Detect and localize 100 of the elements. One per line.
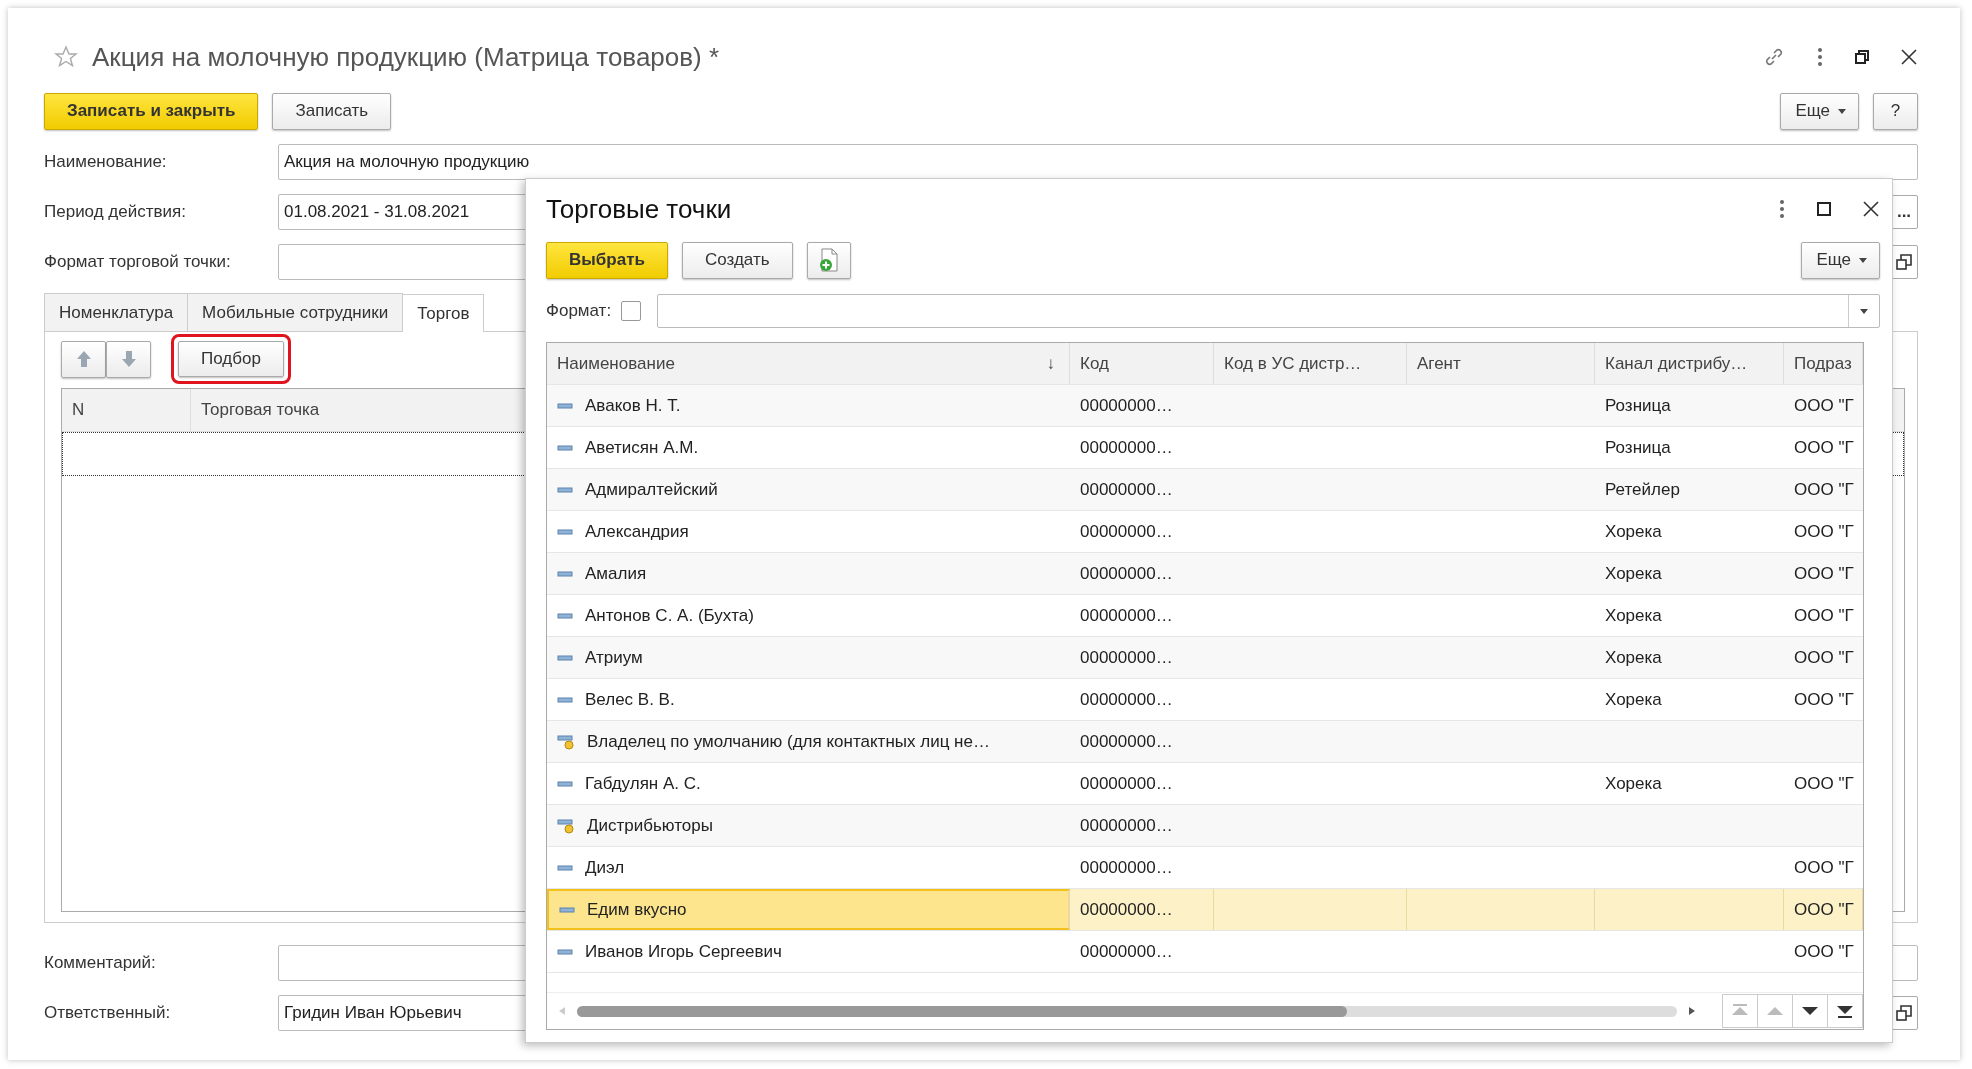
table-cell-text: ООО "Г bbox=[1793, 940, 1855, 963]
field-label: Формат торговой точки: bbox=[44, 252, 232, 272]
scroll-right-icon[interactable] bbox=[1689, 1007, 1695, 1015]
add-button[interactable] bbox=[806, 241, 851, 279]
name-cell[interactable]: Адмиралтейский bbox=[547, 469, 1070, 510]
column-header[interactable]: Наименование ↓ bbox=[547, 343, 1070, 384]
more-button[interactable]: Еще bbox=[1801, 241, 1880, 279]
last-page-button[interactable] bbox=[1827, 994, 1863, 1028]
table-cell-text: 00000000… bbox=[1079, 730, 1174, 753]
tab[interactable]: Номенклатура bbox=[44, 293, 189, 331]
caret-icon bbox=[1838, 108, 1846, 114]
name-cell[interactable]: Велес В. В. bbox=[547, 679, 1070, 720]
next-page-button[interactable] bbox=[1792, 994, 1828, 1028]
table-row[interactable]: Амалия 00000000… Хорека ООО "Г bbox=[547, 553, 1863, 595]
combo-field[interactable] bbox=[657, 294, 1880, 328]
column-header[interactable]: Подраз bbox=[1784, 343, 1863, 384]
name-cell[interactable]: Антонов С. А. (Бухта) bbox=[547, 595, 1070, 636]
cell-text: Аветисян А.М. bbox=[585, 437, 699, 458]
table-row[interactable]: Дистрибьюторы 00000000… bbox=[547, 805, 1863, 847]
table-cell-text: ООО "Г bbox=[1793, 772, 1855, 795]
save-button[interactable]: Записать bbox=[272, 92, 392, 130]
save-close-button[interactable]: Записать и закрыть bbox=[44, 92, 259, 130]
column-header[interactable]: Торговая точка bbox=[191, 389, 320, 431]
close-icon[interactable] bbox=[1900, 48, 1918, 66]
sort-mark: ↓ bbox=[1046, 353, 1055, 374]
table-row[interactable]: Владелец по умолчанию (для контактных лиц не… 00000000… bbox=[547, 721, 1863, 763]
help-button[interactable]: ? bbox=[1873, 92, 1918, 130]
table-cell-text: 00000000… bbox=[1079, 520, 1174, 543]
cell-text: Аваков Н. Т. bbox=[585, 395, 681, 416]
table-row[interactable]: Атриум 00000000… Хорека ООО "Г bbox=[547, 637, 1863, 679]
table-cell-text: 00000000… bbox=[1079, 478, 1174, 501]
name-cell[interactable]: Владелец по умолчанию (для контактных лиц не… bbox=[547, 721, 1070, 762]
dash-icon bbox=[557, 443, 573, 452]
table-row[interactable]: Аваков Н. Т. 00000000… Розница ООО "Г bbox=[547, 385, 1863, 427]
scroll-thumb[interactable] bbox=[577, 1005, 1347, 1017]
open-window-icon bbox=[1895, 253, 1913, 271]
column-header[interactable]: Канал дистрибу… bbox=[1595, 343, 1784, 384]
table-cell-text: ООО "Г bbox=[1793, 646, 1855, 669]
table-row[interactable]: Едим вкусно 00000000… ООО "Г bbox=[547, 889, 1863, 931]
create-button[interactable]: Создать bbox=[681, 241, 793, 279]
cell-text: Велес В. В. bbox=[585, 689, 675, 710]
tab[interactable]: Мобильные сотрудники bbox=[187, 293, 404, 331]
table-cell-text: ООО "Г bbox=[1793, 478, 1855, 501]
field-label: Наименование: bbox=[44, 152, 168, 172]
more-icon[interactable] bbox=[1816, 46, 1824, 68]
table-cell-text: 00000000… bbox=[1079, 856, 1174, 879]
table-cell-text: 00000000… bbox=[1079, 772, 1174, 795]
star-icon[interactable] bbox=[54, 45, 78, 69]
restore-icon[interactable] bbox=[1854, 49, 1870, 65]
name-cell[interactable]: Диэл bbox=[547, 847, 1070, 888]
table-cell-text: ООО "Г bbox=[1793, 436, 1855, 459]
more-icon[interactable] bbox=[1778, 198, 1786, 220]
name-cell[interactable]: Иванов Игорь Сергеевич bbox=[547, 931, 1070, 972]
dash-icon bbox=[557, 611, 573, 620]
table-cell-text: ООО "Г bbox=[1793, 394, 1855, 417]
table-cell-text: ООО "Г bbox=[1793, 604, 1855, 627]
table-row[interactable]: Адмиралтейский 00000000… Ретейлер ООО "Г bbox=[547, 469, 1863, 511]
name-cell[interactable]: Аваков Н. Т. bbox=[547, 385, 1070, 426]
dash-icon bbox=[557, 947, 573, 956]
tab[interactable]: Торгов bbox=[402, 294, 485, 332]
cell-text: Диэл bbox=[585, 857, 625, 878]
table-cell-text: ООО "Г bbox=[1793, 562, 1855, 585]
table-cell-text: Ретейлер bbox=[1604, 478, 1681, 501]
close-icon[interactable] bbox=[1862, 200, 1880, 218]
cell-text: Габдулян А. С. bbox=[585, 773, 701, 794]
window-title: Акция на молочную продукцию (Матрица товаров) * bbox=[92, 41, 720, 73]
column-header[interactable]: Код bbox=[1070, 343, 1214, 384]
name-cell[interactable]: Амалия bbox=[547, 553, 1070, 594]
column-header[interactable]: N bbox=[62, 389, 191, 431]
dash-icon bbox=[557, 569, 573, 578]
table-cell-text: 00000000… bbox=[1079, 646, 1174, 669]
table-cell-text: 00000000… bbox=[1079, 562, 1174, 585]
select-button[interactable]: Выбрать bbox=[546, 241, 668, 279]
dropdown-arrow-icon[interactable] bbox=[1860, 308, 1868, 314]
cell-text: Иванов Игорь Сергеевич bbox=[585, 941, 782, 962]
table-cell-text: ООО "Г bbox=[1793, 688, 1855, 711]
field-label: Период действия: bbox=[44, 202, 187, 222]
column-header[interactable]: Агент bbox=[1407, 343, 1595, 384]
caret-icon bbox=[1859, 257, 1867, 263]
table-cell-text: 00000000… bbox=[1079, 688, 1174, 711]
name-cell[interactable]: Александрия bbox=[547, 511, 1070, 552]
pick-button[interactable]: Подбор bbox=[178, 341, 284, 377]
name-cell[interactable]: Атриум bbox=[547, 637, 1070, 678]
dash-icon bbox=[557, 527, 573, 536]
more-button[interactable]: Еще bbox=[1780, 92, 1859, 130]
name-cell[interactable]: Габдулян А. С. bbox=[547, 763, 1070, 804]
name-cell[interactable]: Аветисян А.М. bbox=[547, 427, 1070, 468]
checkbox[interactable] bbox=[621, 301, 642, 321]
table-cell-text: Розница bbox=[1604, 394, 1672, 417]
input-field[interactable]: Акция на молочную продукцию bbox=[278, 144, 1918, 180]
column-header[interactable]: Код в УС дистр… bbox=[1214, 343, 1407, 384]
name-cell[interactable]: Едим вкусно bbox=[547, 889, 1070, 930]
cell-text: Владелец по умолчанию (для контактных лиц не… bbox=[587, 731, 990, 752]
scrollbar[interactable] bbox=[577, 1005, 1677, 1017]
name-cell[interactable]: Дистрибьюторы bbox=[547, 805, 1070, 846]
table-cell-text: Хорека bbox=[1604, 604, 1663, 627]
dash-icon bbox=[557, 401, 573, 410]
dash-icon bbox=[557, 779, 573, 788]
table-cell-text: ООО "Г bbox=[1793, 856, 1855, 879]
maximize-icon[interactable] bbox=[1816, 201, 1832, 217]
